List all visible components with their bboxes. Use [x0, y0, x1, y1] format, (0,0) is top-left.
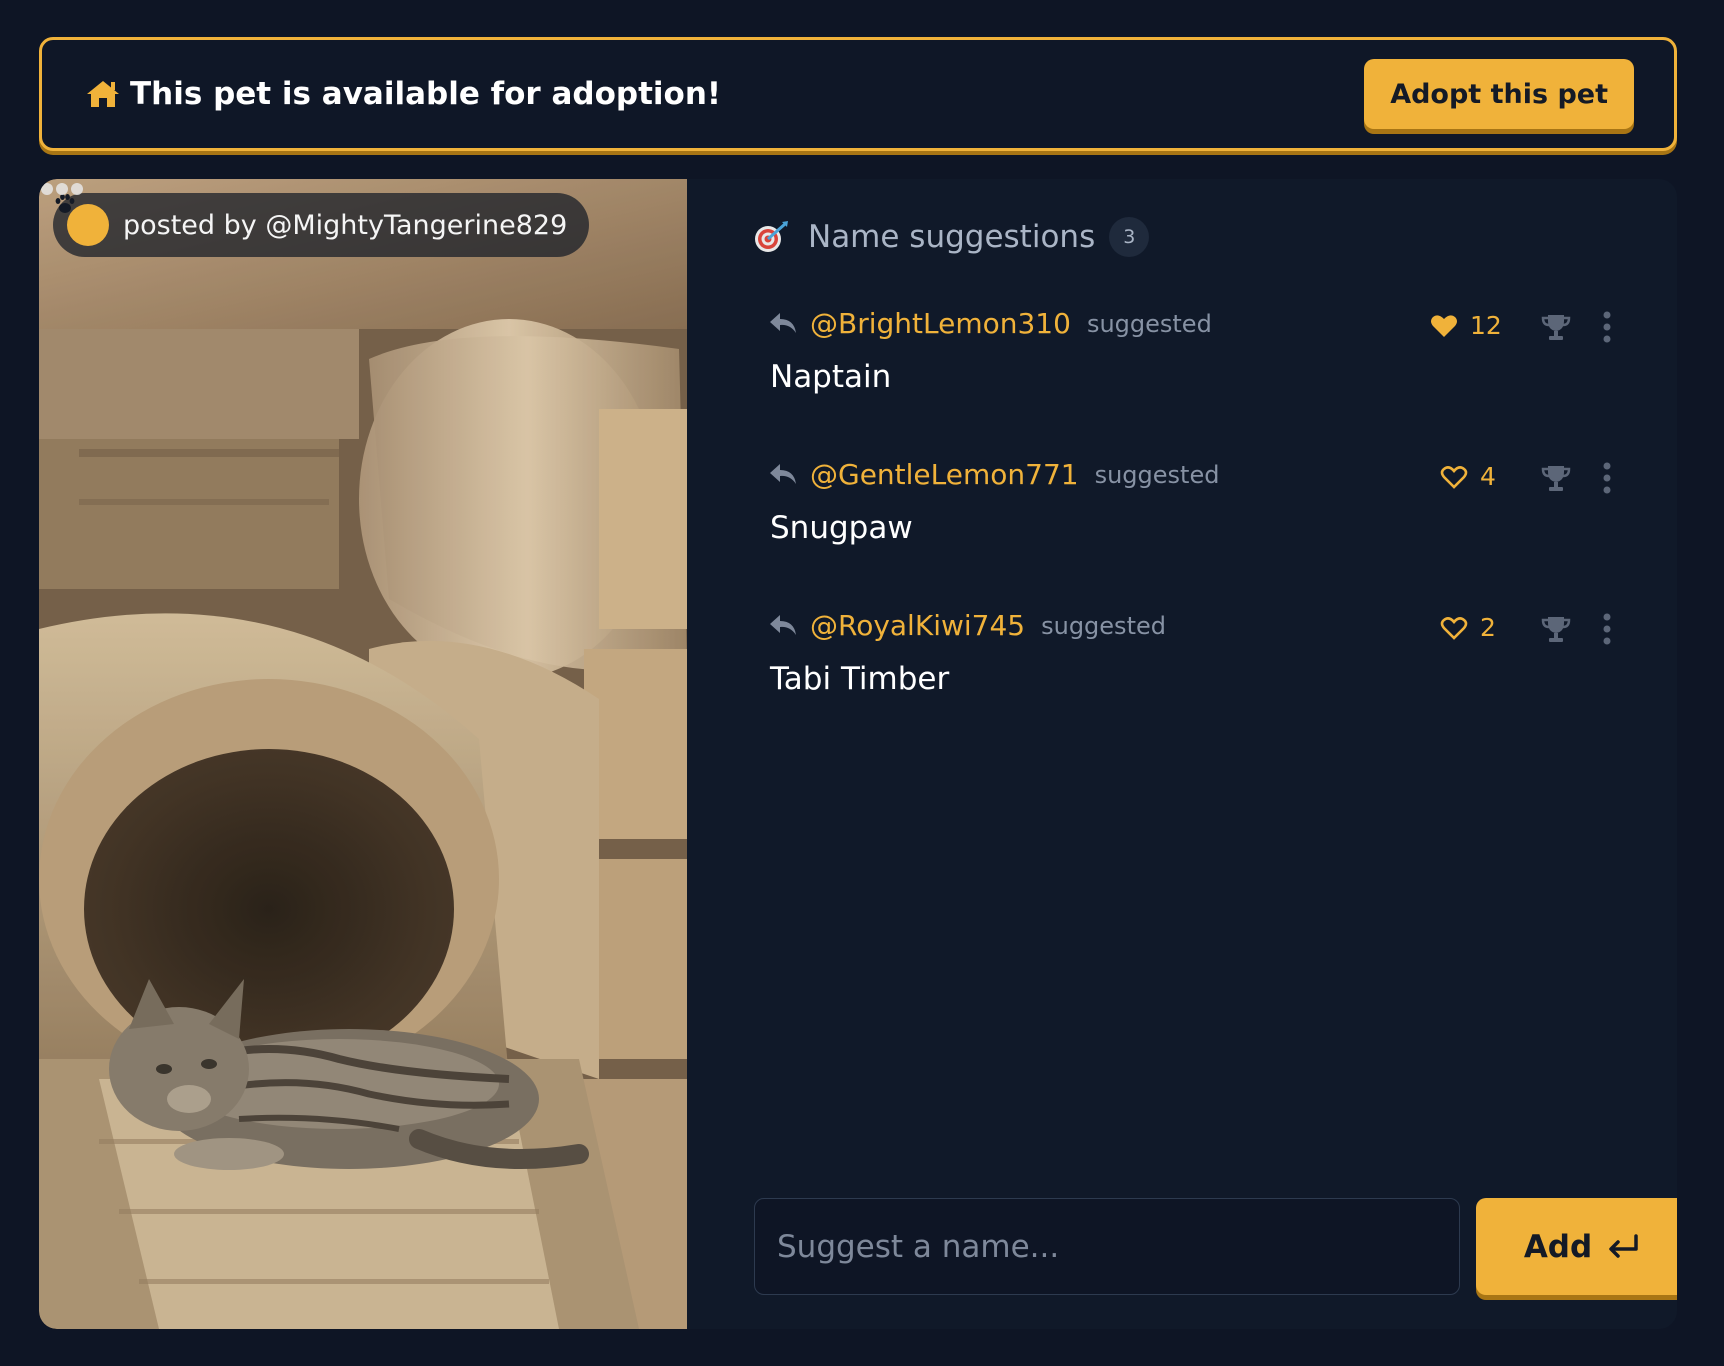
pet-photo-illustration	[39, 179, 687, 1329]
suggester-username[interactable]: @RoyalKiwi745	[810, 609, 1025, 642]
pet-card: posted by @MightyTangerine829 Name sugge…	[39, 179, 1677, 1329]
more-vertical-icon[interactable]	[1602, 613, 1612, 645]
suggestion-meta: @BrightLemon310 suggested	[768, 307, 1212, 340]
like-count: 2	[1480, 613, 1496, 642]
add-button-label: Add	[1523, 1228, 1593, 1265]
trophy-icon[interactable]	[1541, 464, 1571, 492]
like-count: 12	[1470, 311, 1502, 340]
heart-outline-icon	[1440, 465, 1468, 489]
heart-filled-icon	[1431, 314, 1457, 337]
enter-return-icon	[1609, 1233, 1638, 1258]
suggestions-header: Name suggestions 3	[752, 217, 1150, 257]
add-button[interactable]: Add	[1476, 1198, 1677, 1295]
pet-photo: posted by @MightyTangerine829	[39, 179, 687, 1329]
like-button[interactable]: 4	[1440, 462, 1496, 491]
suggestion-meta: @GentleLemon771 suggested	[768, 458, 1219, 491]
suggester-username[interactable]: @GentleLemon771	[810, 458, 1079, 491]
suggested-label: suggested	[1086, 309, 1212, 338]
suggest-name-input[interactable]	[754, 1198, 1460, 1295]
suggestion-meta: @RoyalKiwi745 suggested	[768, 609, 1166, 642]
trophy-icon[interactable]	[1541, 615, 1571, 643]
reply-icon[interactable]	[768, 311, 798, 337]
name-suggestions-panel: Name suggestions 3 @BrightLemon310 sugge…	[716, 179, 1677, 1329]
suggested-label: suggested	[1094, 460, 1220, 489]
paw-icon	[55, 194, 109, 246]
like-button[interactable]: 12	[1430, 311, 1502, 340]
like-button[interactable]: 2	[1440, 613, 1496, 642]
suggested-label: suggested	[1041, 611, 1166, 640]
suggested-name: Snugpaw	[770, 510, 913, 546]
posted-by-chip[interactable]: posted by @MightyTangerine829	[53, 193, 590, 257]
adoption-message: This pet is available for adoption!	[86, 76, 721, 112]
like-count: 4	[1480, 462, 1496, 491]
suggestions-count-badge: 3	[1109, 217, 1150, 257]
heart-outline-icon	[1440, 616, 1468, 640]
more-vertical-icon[interactable]	[1602, 311, 1612, 343]
suggestions-title: Name suggestions	[808, 219, 1096, 255]
suggester-username[interactable]: @BrightLemon310	[810, 307, 1071, 340]
trophy-icon[interactable]	[1541, 313, 1571, 341]
suggested-name: Tabi Timber	[770, 661, 950, 697]
home-icon	[87, 81, 119, 107]
adoption-banner: This pet is available for adoption! Adop…	[39, 37, 1677, 151]
target-dart-icon	[755, 221, 788, 252]
posted-by-text: posted by @MightyTangerine829	[123, 209, 568, 241]
more-vertical-icon[interactable]	[1602, 462, 1612, 494]
suggest-name-form: Add	[754, 1198, 1677, 1295]
more-horizontal-icon[interactable]	[39, 179, 85, 199]
adopt-button[interactable]: Adopt this pet	[1364, 59, 1634, 129]
suggestion-item: @GentleLemon771 suggested Snugpaw 4	[768, 458, 1648, 578]
suggestion-item: @BrightLemon310 suggested Naptain 12	[768, 307, 1648, 427]
reply-icon[interactable]	[768, 462, 798, 488]
adoption-message-text: This pet is available for adoption!	[130, 76, 722, 112]
suggested-name: Naptain	[770, 359, 892, 395]
suggestion-item: @RoyalKiwi745 suggested Tabi Timber 2	[768, 609, 1648, 729]
reply-icon[interactable]	[768, 613, 798, 639]
